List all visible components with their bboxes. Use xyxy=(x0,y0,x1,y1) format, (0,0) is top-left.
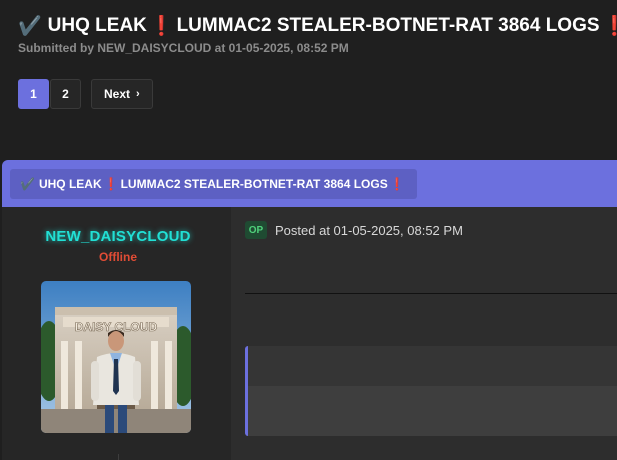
submitted-by-line: Submitted by NEW_DAISYCLOUD at 01-05-202… xyxy=(18,41,349,55)
quote-body xyxy=(248,386,617,436)
checkmark-icon: ✔️ xyxy=(18,16,42,37)
posted-at: Posted at 01-05-2025, 08:52 PM xyxy=(275,222,463,238)
exclamation-icon: ❗ xyxy=(602,16,617,37)
op-badge: OP xyxy=(245,221,267,239)
post-content: OP Posted at 01-05-2025, 08:52 PM xyxy=(231,207,617,460)
next-page-button[interactable]: Next › xyxy=(91,79,153,109)
post-title-part1: UHQ LEAK xyxy=(38,176,102,191)
author-panel: NEW_DAISYCLOUD Offline DAISY CLOUD xyxy=(2,207,231,460)
next-label: Next xyxy=(104,87,131,101)
content-divider xyxy=(245,293,617,294)
author-status: Offline xyxy=(99,250,137,264)
post-body: NEW_DAISYCLOUD Offline DAISY CLOUD OP Po… xyxy=(2,207,617,460)
exclamation-icon: ❗ xyxy=(149,16,174,37)
author-divider xyxy=(118,454,119,460)
forum-thread-page: ✔️ UHQ LEAK ❗ LUMMAC2 STEALER-BOTNET-RAT… xyxy=(0,0,617,460)
thread-title: ✔️ UHQ LEAK ❗ LUMMAC2 STEALER-BOTNET-RAT… xyxy=(18,12,617,40)
author-username[interactable]: NEW_DAISYCLOUD xyxy=(2,228,234,245)
chevron-right-icon: › xyxy=(136,88,140,100)
post-title-part2: LUMMAC2 STEALER-BOTNET-RAT 3864 LOGS xyxy=(120,176,388,191)
exclamation-icon: ❗ xyxy=(389,176,405,191)
pagination: 1 2 Next › xyxy=(18,79,153,109)
page-button-2[interactable]: 2 xyxy=(50,79,81,109)
avatar-image: DAISY CLOUD xyxy=(41,281,191,433)
post-meta: OP Posted at 01-05-2025, 08:52 PM xyxy=(245,221,463,239)
thread-title-part1: UHQ LEAK xyxy=(47,15,147,36)
post-title-bar: ✔️ UHQ LEAK ❗ LUMMAC2 STEALER-BOTNET-RAT… xyxy=(2,160,617,207)
post-container: ✔️ UHQ LEAK ❗ LUMMAC2 STEALER-BOTNET-RAT… xyxy=(2,160,617,460)
quote-block xyxy=(245,346,617,436)
thread-header: ✔️ UHQ LEAK ❗ LUMMAC2 STEALER-BOTNET-RAT… xyxy=(18,12,617,55)
avatar[interactable]: DAISY CLOUD xyxy=(41,281,191,433)
thread-title-part2: LUMMAC2 STEALER-BOTNET-RAT 3864 LOGS xyxy=(176,15,600,36)
checkmark-icon: ✔️ xyxy=(20,176,35,191)
exclamation-icon: ❗ xyxy=(103,176,119,191)
post-title[interactable]: ✔️ UHQ LEAK ❗ LUMMAC2 STEALER-BOTNET-RAT… xyxy=(10,168,417,199)
page-button-1[interactable]: 1 xyxy=(18,79,49,109)
